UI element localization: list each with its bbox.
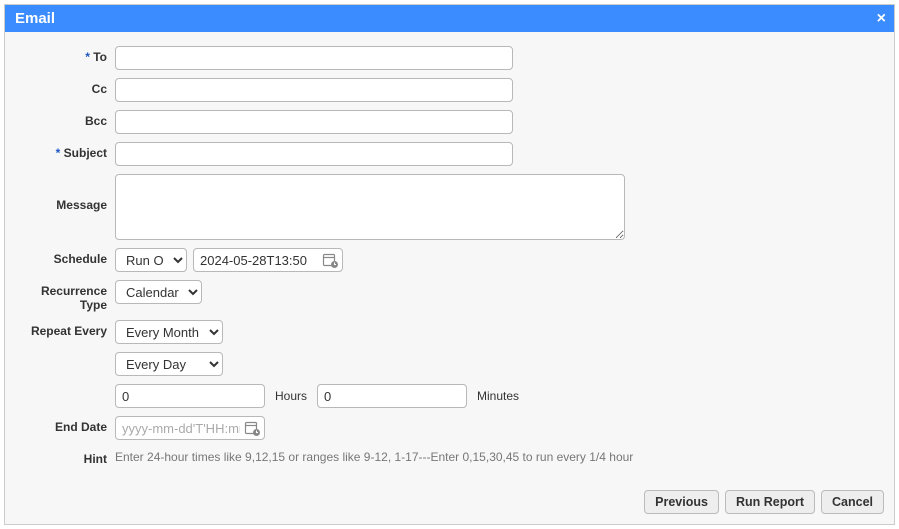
- message-label: Message: [56, 198, 107, 212]
- end-date-input[interactable]: [116, 417, 244, 439]
- close-icon[interactable]: ×: [877, 11, 886, 27]
- schedule-mode-select[interactable]: Run On: [115, 248, 187, 272]
- button-bar: Previous Run Report Cancel: [15, 490, 884, 514]
- hint-text: Enter 24-hour times like 9,12,15 or rang…: [115, 448, 633, 464]
- subject-label: Subject: [64, 146, 107, 160]
- dialog-title: Email: [15, 10, 55, 27]
- to-input[interactable]: [115, 46, 513, 70]
- cc-label: Cc: [92, 82, 107, 96]
- message-textarea[interactable]: [115, 174, 625, 240]
- repeat-day-select[interactable]: Every Day: [115, 352, 223, 376]
- minutes-label: Minutes: [473, 389, 523, 403]
- bcc-input[interactable]: [115, 110, 513, 134]
- recurrence-type-label: Recurrence Type: [41, 284, 107, 312]
- calendar-icon[interactable]: [244, 420, 260, 436]
- subject-input[interactable]: [115, 142, 513, 166]
- bcc-label: Bcc: [85, 114, 107, 128]
- end-date-label: End Date: [55, 420, 107, 434]
- repeat-every-label: Repeat Every: [31, 324, 107, 338]
- hours-input[interactable]: [115, 384, 265, 408]
- schedule-label: Schedule: [54, 252, 107, 266]
- required-marker: *: [85, 50, 90, 64]
- repeat-month-select[interactable]: Every Month: [115, 320, 223, 344]
- dialog-body: * To Cc Bcc * Su: [5, 32, 894, 524]
- minutes-input[interactable]: [317, 384, 467, 408]
- schedule-datetime-input[interactable]: [194, 249, 322, 271]
- run-report-button[interactable]: Run Report: [725, 490, 815, 514]
- cancel-button[interactable]: Cancel: [821, 490, 884, 514]
- cc-input[interactable]: [115, 78, 513, 102]
- calendar-icon[interactable]: [322, 252, 338, 268]
- to-label: To: [93, 50, 107, 64]
- hint-label: Hint: [84, 452, 107, 466]
- required-marker: *: [56, 146, 61, 160]
- hours-label: Hours: [271, 389, 311, 403]
- email-dialog: Email × * To Cc Bcc: [4, 4, 895, 525]
- recurrence-type-select[interactable]: Calendar: [115, 280, 202, 304]
- previous-button[interactable]: Previous: [644, 490, 719, 514]
- dialog-titlebar: Email ×: [5, 5, 894, 32]
